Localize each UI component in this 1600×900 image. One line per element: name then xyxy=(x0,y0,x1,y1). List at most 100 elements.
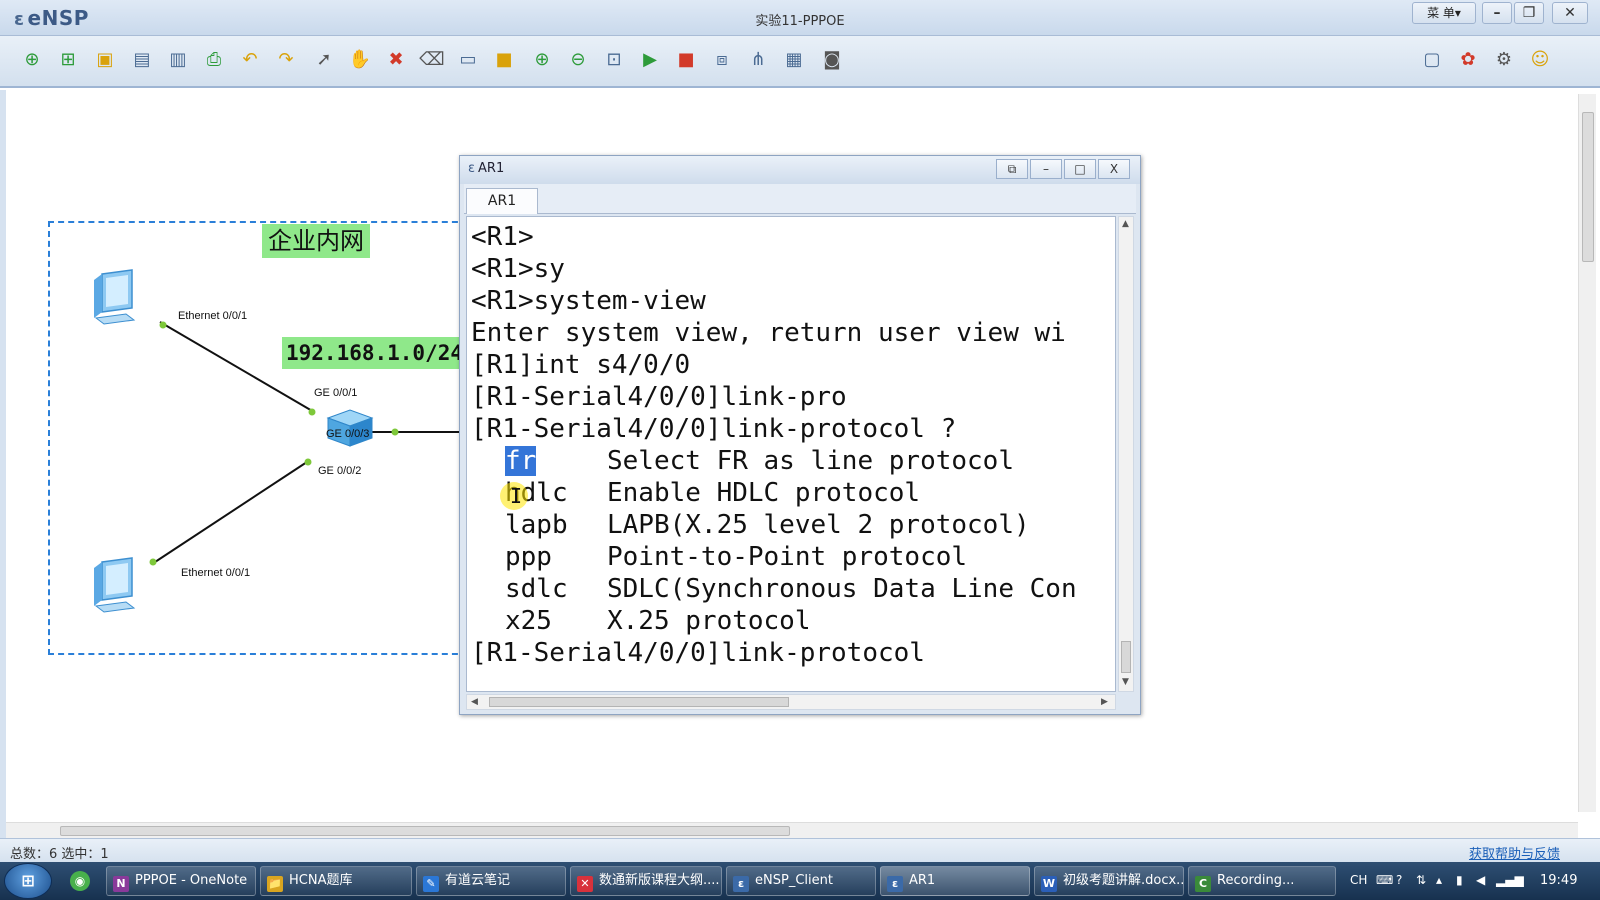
switch-icon[interactable] xyxy=(324,406,376,448)
help-feedback-link[interactable]: 获取帮助与反馈 xyxy=(1469,843,1560,862)
taskbar-item[interactable]: 📁 HCNA题库 xyxy=(260,866,412,896)
option-row: sdlc SDLC(Synchronous Data Line Con xyxy=(471,573,1115,605)
new-lab-icon[interactable]: ⊞ xyxy=(54,46,82,74)
console-line: Enter system view, return user view wi xyxy=(471,318,1066,348)
chat-icon[interactable]: ▢ xyxy=(1418,46,1446,74)
option-row: fr Select FR as line protocol xyxy=(471,445,1115,477)
canvas-horizontal-scrollbar[interactable] xyxy=(6,822,1578,838)
scroll-thumb[interactable] xyxy=(489,697,789,707)
zoom-in-icon[interactable]: ⊕ xyxy=(528,46,556,74)
keyboard-icon[interactable]: ⌨ xyxy=(1376,873,1393,887)
taskbar-item[interactable]: ✎ 有道云笔记 xyxy=(416,866,566,896)
topology-icon[interactable]: ⋔ xyxy=(744,46,772,74)
taskbar-item[interactable]: W 初级考题讲解.docx... xyxy=(1034,866,1184,896)
pc-icon[interactable] xyxy=(88,268,144,326)
app-name: eNSP xyxy=(27,6,89,30)
ar1-close-button[interactable]: X xyxy=(1098,159,1130,179)
ensp-logo-icon: ε xyxy=(468,161,476,176)
save-icon[interactable]: ▤ xyxy=(128,46,156,74)
option-desc: Enable HDLC protocol xyxy=(607,478,921,508)
network-label[interactable]: 192.168.1.0/24 xyxy=(282,337,470,369)
option-desc: Point-to-Point protocol xyxy=(607,542,968,572)
fit-view-icon[interactable]: ⊡ xyxy=(600,46,628,74)
clock[interactable]: 19:49 xyxy=(1540,873,1577,888)
settings-icon[interactable]: ⚙ xyxy=(1490,46,1518,74)
tab-ar1[interactable]: AR1 xyxy=(466,188,538,214)
folder-icon: 📁 xyxy=(267,876,283,892)
word-icon: W xyxy=(1041,876,1057,892)
scroll-thumb[interactable] xyxy=(60,826,790,836)
ar1-minimize-button[interactable]: – xyxy=(1030,159,1062,179)
scroll-thumb[interactable] xyxy=(1121,641,1131,673)
text-label-icon[interactable]: ▭ xyxy=(454,46,482,74)
start-button[interactable]: ⊞ xyxy=(4,863,52,899)
clone-window-button[interactable]: ⧉ xyxy=(996,159,1028,179)
option-name: ppp xyxy=(505,542,552,572)
option-desc: Select FR as line protocol xyxy=(607,446,1014,476)
taskbar-item[interactable]: ε eNSP_Client xyxy=(726,866,876,896)
scroll-down-icon[interactable]: ▼ xyxy=(1122,677,1129,687)
zone-label[interactable]: 企业内网 xyxy=(262,224,370,258)
language-indicator[interactable]: CH xyxy=(1350,873,1367,887)
taskbar-item[interactable]: N PPPOE - OneNote xyxy=(106,866,256,896)
pinned-app-icon[interactable]: ◉ xyxy=(70,871,90,891)
delete-link-icon[interactable]: ⌫ xyxy=(418,46,446,74)
ar1-maximize-button[interactable]: □ xyxy=(1064,159,1096,179)
start-device-icon[interactable]: ▶ xyxy=(636,46,664,74)
console-prompt-line: [R1-Serial4/0/0]link-protocol xyxy=(471,638,925,668)
delete-icon[interactable]: ✖ xyxy=(382,46,410,74)
option-row: ppp Point-to-Point protocol xyxy=(471,541,1115,573)
status-text: 总数：6 选中：1 xyxy=(10,847,109,862)
close-button[interactable]: ✕ xyxy=(1552,2,1588,24)
show-hidden-icon[interactable]: ▴ xyxy=(1436,873,1442,887)
note-icon: ✎ xyxy=(423,876,439,892)
option-row: hdlc Enable HDLC protocol xyxy=(471,477,1115,509)
rectangle-icon[interactable]: ■ xyxy=(490,46,518,74)
option-desc: LAPB(X.25 level 2 protocol) xyxy=(607,510,1030,540)
console-output[interactable]: <R1> <R1>sy <R1>system-view Enter system… xyxy=(466,216,1116,692)
main-menu-button[interactable]: 菜 单▾ xyxy=(1412,2,1476,24)
pan-icon[interactable]: ✋ xyxy=(346,46,374,74)
redo-icon[interactable]: ↷ xyxy=(272,46,300,74)
open-icon[interactable]: ▣ xyxy=(91,46,119,74)
stop-device-icon[interactable]: ■ xyxy=(672,46,700,74)
save-as-icon[interactable]: ▥ xyxy=(164,46,192,74)
taskbar-item[interactable]: ✕ 数通新版课程大纲.... xyxy=(570,866,722,896)
volume-icon[interactable]: ◀ xyxy=(1476,873,1485,887)
canvas-vertical-scrollbar[interactable] xyxy=(1578,94,1596,812)
ar1-title-bar[interactable]: ε AR1 ⧉ – □ X xyxy=(460,156,1140,184)
taskbar-item[interactable]: C Recording... xyxy=(1188,866,1336,896)
scroll-left-icon[interactable]: ◀ xyxy=(471,697,478,707)
screenshot-icon[interactable]: ◙ xyxy=(818,46,846,74)
option-name-selected: fr xyxy=(505,446,537,476)
console-line: <R1>sy xyxy=(471,254,565,284)
ar1-console-window: ε AR1 ⧉ – □ X AR1 <R1> <R1>sy <R1>system-… xyxy=(459,155,1141,715)
ensp-icon: ε xyxy=(733,876,749,892)
help-tray-icon[interactable]: ? xyxy=(1396,873,1402,887)
option-desc: X.25 protocol xyxy=(607,606,811,636)
scroll-right-icon[interactable]: ▶ xyxy=(1101,697,1108,707)
restore-button[interactable]: ❐ xyxy=(1514,2,1544,24)
huawei-icon[interactable]: ✿ xyxy=(1454,46,1482,74)
console-vertical-scrollbar[interactable]: ▲ ▼ xyxy=(1118,216,1134,692)
power-icon[interactable]: ▮ xyxy=(1456,873,1463,887)
help-icon[interactable]: ☺ xyxy=(1526,46,1554,74)
signal-icon[interactable]: ▂▄▆ xyxy=(1496,873,1524,887)
network-tray-icon[interactable]: ⇅ xyxy=(1416,873,1426,887)
scroll-up-icon[interactable]: ▲ xyxy=(1122,219,1129,229)
port-label: GE 0/0/2 xyxy=(318,465,362,477)
ensp-logo-icon: ε xyxy=(14,9,25,30)
taskbar-item-active[interactable]: ε AR1 xyxy=(880,866,1030,896)
minimize-button[interactable]: – xyxy=(1482,2,1512,24)
zoom-out-icon[interactable]: ⊖ xyxy=(564,46,592,74)
print-icon[interactable]: ⎙ xyxy=(200,46,228,74)
new-topology-icon[interactable]: ⊕ xyxy=(18,46,46,74)
capture-icon[interactable]: ⧈ xyxy=(708,46,736,74)
app-logo: ε eNSP xyxy=(14,6,89,30)
undo-icon[interactable]: ↶ xyxy=(236,46,264,74)
pc-icon[interactable] xyxy=(88,556,144,614)
grid-icon[interactable]: ▦ xyxy=(780,46,808,74)
scroll-thumb[interactable] xyxy=(1582,112,1594,262)
console-horizontal-scrollbar[interactable]: ◀ ▶ xyxy=(466,694,1116,710)
select-icon[interactable]: ➚ xyxy=(310,46,338,74)
